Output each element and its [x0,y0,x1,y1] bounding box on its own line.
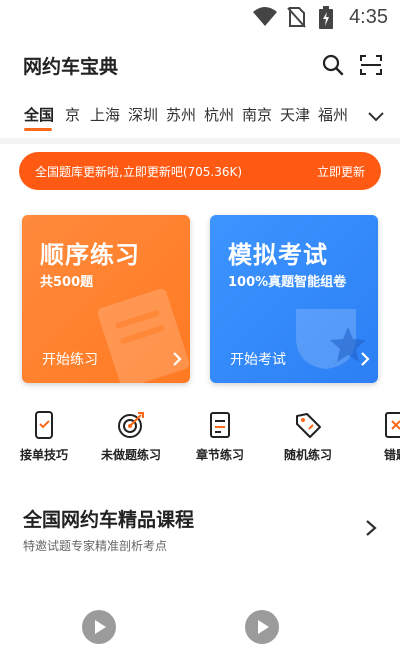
search-icon[interactable] [320,52,346,78]
tab-shanghai[interactable]: 上海 [90,104,120,125]
quick-item-label: 随机练习 [283,448,332,462]
quick-item-label: 接单技巧 [19,448,68,462]
no-sim-icon [287,7,306,28]
wifi-icon [253,7,277,26]
trophy-decor-icon [296,309,366,369]
tab-suzhou[interactable]: 苏州 [166,104,196,125]
card-title: 顺序练习 [40,241,140,269]
notebook-decor-icon [97,288,190,383]
quick-item-label: 章节练习 [195,448,244,462]
divider [0,138,400,144]
card-title: 模拟考试 [228,241,328,269]
document-icon [210,412,230,438]
start-exam-button[interactable]: 开始考试 [230,349,286,369]
wrong-answer-icon [385,412,400,438]
tab-fuzhou[interactable]: 福州 [318,104,348,125]
app-header: 网约车宝典 [0,44,400,88]
update-banner[interactable]: 全国题库更新啦,立即更新吧(705.36K) 立即更新 [19,152,381,190]
play-icon [95,620,106,634]
active-tab-indicator [24,128,52,131]
phone-icon [35,411,53,439]
course-subtitle: 特邀试题专家精准剖析考点 [23,539,168,553]
quick-item-label: 错题 [383,448,400,462]
page-title: 网约车宝典 [23,56,119,78]
course-title: 全国网约车精品课程 [23,509,195,531]
course-section[interactable]: 全国网约车精品课程 特邀试题专家精准剖析考点 [0,505,400,565]
tab-beijing[interactable]: 京 [65,104,80,125]
quick-item-chapter[interactable]: 章节练习 [180,410,260,463]
update-message: 全国题库更新啦,立即更新吧(705.36K) [35,165,243,179]
update-now-button[interactable]: 立即更新 [317,163,365,180]
start-practice-button[interactable]: 开始练习 [42,349,98,369]
quick-item-unanswered[interactable]: 未做题练习 [91,410,171,463]
battery-charging-icon [319,6,333,29]
chevron-right-icon [361,352,370,366]
tab-tianjin[interactable]: 天津 [280,104,310,125]
tab-shenzhen[interactable]: 深圳 [128,104,158,125]
scan-icon[interactable] [358,52,384,78]
play-button[interactable] [245,610,279,644]
chevron-right-icon[interactable] [364,519,378,537]
tab-national[interactable]: 全国 [24,104,54,125]
play-icon [258,620,269,634]
quick-item-random[interactable]: 随机练习 [268,410,348,463]
status-time: 4:35 [349,6,388,28]
mock-exam-card[interactable]: 模拟考试 100%真题智能组卷 开始考试 [210,215,378,383]
tab-hangzhou[interactable]: 杭州 [204,104,234,125]
card-subtitle: 共500题 [40,275,94,290]
quick-item-wrong-answers[interactable]: 错题 [356,410,400,463]
city-tabs: 全国 京 上海 深圳 苏州 杭州 南京 天津 福州 [0,96,400,138]
tag-icon [296,413,321,438]
play-button[interactable] [82,610,116,644]
sequential-practice-card[interactable]: 顺序练习 共500题 开始练习 [22,215,190,383]
quick-entry-row: 接单技巧 未做题练习 章节练习 随机练习 错 [0,410,400,470]
quick-item-order-tips[interactable]: 接单技巧 [4,410,84,463]
status-bar: 4:35 [0,0,400,36]
chevron-down-icon[interactable] [366,106,386,126]
chevron-right-icon [173,352,182,366]
quick-item-label: 未做题练习 [100,448,161,462]
target-icon [118,412,144,438]
card-subtitle: 100%真题智能组卷 [228,275,347,290]
tab-nanjing[interactable]: 南京 [242,104,272,125]
